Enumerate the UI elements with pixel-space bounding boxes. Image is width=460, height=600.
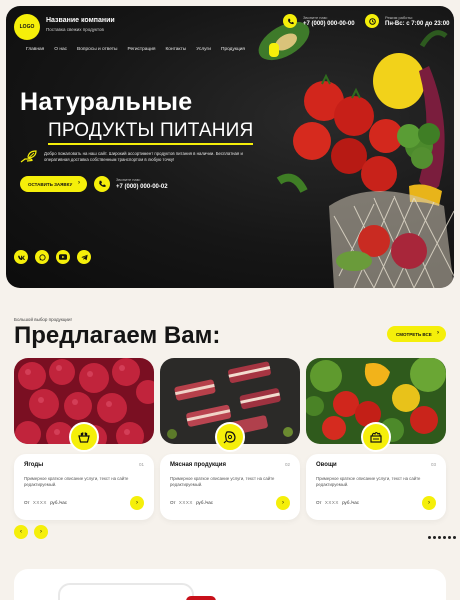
section-title: Предлагаем Вам: xyxy=(14,322,221,349)
card-number: 03 xyxy=(430,462,436,467)
next-section-badge xyxy=(186,596,216,600)
phone-icon[interactable] xyxy=(94,176,110,192)
card-description: Примерное краткое описание услуги, текст… xyxy=(316,476,421,488)
slider-dots xyxy=(428,536,456,539)
nav-item-faq[interactable]: Вопросы и ответы xyxy=(77,47,117,52)
nav-item-registration[interactable]: Регистрация xyxy=(127,47,155,52)
price-value: XXXX xyxy=(32,500,47,505)
vk-icon[interactable] xyxy=(14,250,28,264)
vegetables-photo xyxy=(258,21,454,288)
slider-dot[interactable] xyxy=(443,536,446,539)
card-title: Ягоды xyxy=(24,462,44,468)
price-unit: руб./час xyxy=(50,500,68,505)
brand-name: Название компании xyxy=(46,17,115,24)
nav-item-about[interactable]: О нас xyxy=(54,47,67,52)
slider-dot[interactable] xyxy=(433,536,436,539)
nav-item-contacts[interactable]: Контакты xyxy=(166,47,187,52)
card-description: Примерное краткое описание услуги, текст… xyxy=(170,476,275,488)
price-prefix: От xyxy=(170,500,176,505)
whatsapp-icon[interactable] xyxy=(35,250,49,264)
next-section-frame xyxy=(58,583,194,600)
card-price: От XXXX руб./час xyxy=(316,500,359,505)
youtube-icon[interactable] xyxy=(56,250,70,264)
service-card[interactable]: Мясная продукция 02 Примерное краткое оп… xyxy=(160,454,300,520)
chevron-right-icon: › xyxy=(437,330,439,336)
hero-phone-label: Звоните нам: xyxy=(116,177,141,182)
card-title: Овощи xyxy=(316,462,337,468)
basket-icon xyxy=(69,422,99,452)
service-card[interactable]: Овощи 03 Примерное краткое описание услу… xyxy=(306,454,446,520)
hero-title: Натуральные xyxy=(20,88,193,116)
card-price: От XXXX руб./час xyxy=(24,500,67,505)
slider-dot[interactable] xyxy=(448,536,451,539)
chevron-right-icon: › xyxy=(78,180,80,186)
service-card[interactable]: Ягоды 01 Примерное краткое описание услу… xyxy=(14,454,154,520)
hero-section: LOGO Название компании Поставка свежих п… xyxy=(6,6,454,288)
chevron-right-icon[interactable]: › xyxy=(130,496,144,510)
brand-tagline: Поставка свежих продуктов xyxy=(46,27,104,32)
price-value: XXXX xyxy=(178,500,193,505)
nav-item-products[interactable]: Продукция xyxy=(221,47,245,52)
meat-icon xyxy=(215,422,245,452)
nav-item-home[interactable]: Главная xyxy=(26,47,44,52)
request-button-label: ОСТАВИТЬ ЗАЯВКУ xyxy=(28,181,73,187)
hero-description: Добро пожаловать на наш сайт. Широкий ас… xyxy=(44,151,243,163)
price-prefix: От xyxy=(316,500,322,505)
leaf-hand-icon xyxy=(20,150,37,163)
card-number: 01 xyxy=(138,462,144,467)
price-prefix: От xyxy=(24,500,30,505)
card-number: 02 xyxy=(284,462,290,467)
card-description: Примерное краткое описание услуги, текст… xyxy=(24,476,129,488)
prev-slide-button[interactable]: ‹ xyxy=(14,525,28,539)
menu-toggle-button[interactable] xyxy=(269,43,279,57)
price-unit: руб./час xyxy=(342,500,360,505)
see-all-button[interactable]: СМОТРЕТЬ ВСЕ › xyxy=(387,326,446,342)
main-nav: Главная О нас Вопросы и ответы Регистрац… xyxy=(26,47,245,52)
next-slide-button[interactable]: › xyxy=(34,525,48,539)
card-title: Мясная продукция xyxy=(170,462,226,468)
price-value: XXXX xyxy=(324,500,339,505)
clock-icon xyxy=(365,14,379,28)
slider-dot[interactable] xyxy=(453,536,456,539)
card-price: От XXXX руб./час xyxy=(170,500,213,505)
chevron-right-icon[interactable]: › xyxy=(422,496,436,510)
slider-dot[interactable] xyxy=(428,536,431,539)
chevron-right-icon[interactable]: › xyxy=(276,496,290,510)
nav-item-services[interactable]: Услуги xyxy=(196,47,211,52)
vegetable-box-icon xyxy=(361,422,391,452)
telegram-icon[interactable] xyxy=(77,250,91,264)
hero-subtitle: ПРОДУКТЫ ПИТАНИЯ xyxy=(48,120,254,145)
phone-number[interactable]: +7 (000) 000-00-00 xyxy=(303,21,355,27)
hours-label: Режим работы: xyxy=(385,15,414,20)
price-unit: руб./час xyxy=(196,500,214,505)
see-all-label: СМОТРЕТЬ ВСЕ xyxy=(396,331,432,337)
hero-phone-number[interactable]: +7 (000) 000-00-02 xyxy=(116,184,168,190)
phone-icon[interactable] xyxy=(283,14,297,28)
hours-value: Пн-Вс: с 7:00 до 23:00 xyxy=(385,21,450,27)
logo[interactable]: LOGO xyxy=(14,14,40,40)
slider-dot[interactable] xyxy=(438,536,441,539)
phone-label: Звоните нам: xyxy=(303,15,328,20)
request-button[interactable]: ОСТАВИТЬ ЗАЯВКУ › xyxy=(20,176,87,192)
